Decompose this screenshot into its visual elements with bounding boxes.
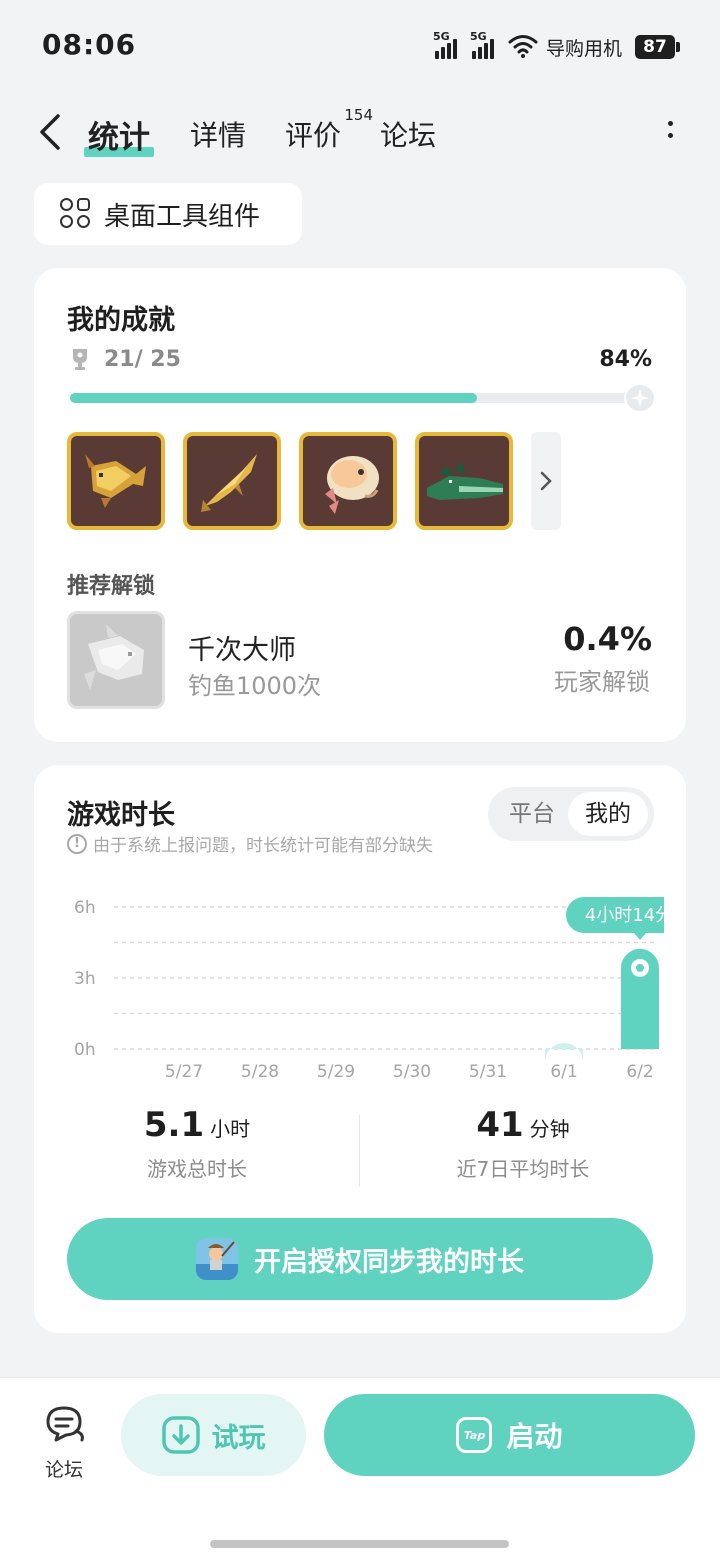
x-tick-label: 5/31 bbox=[469, 1062, 507, 1082]
x-tick-label: 6/2 bbox=[626, 1062, 653, 1082]
bottom-action-bar: 论坛 试玩 Tap 启动 bbox=[0, 1377, 720, 1563]
achievements-title: 我的成就 bbox=[67, 305, 175, 336]
toggle-platform[interactable]: 平台 bbox=[492, 792, 572, 836]
achievement-badges bbox=[67, 432, 561, 530]
y-tick-label: 3h bbox=[74, 969, 96, 989]
tab-details[interactable]: 详情 bbox=[190, 114, 246, 154]
achievement-percent: 84% bbox=[599, 347, 652, 372]
tab-reviews[interactable]: 评价 154 bbox=[285, 106, 373, 154]
forum-tab-button[interactable]: 论坛 bbox=[34, 1404, 94, 1482]
progress-star-icon bbox=[624, 383, 656, 413]
average-playtime-value: 41 bbox=[476, 1105, 524, 1145]
playtime-card: 游戏时长 ! 由于系统上报问题，时长统计可能有部分缺失 平台 我的 0h 3h 6h… bbox=[34, 765, 686, 1333]
playtime-chart: 0h 3h 6h 5/27 5/28 5/29 5/30 5/31 6/1 6/2 4小时14分钟 bbox=[74, 897, 664, 1082]
playtime-source-toggle: 平台 我的 bbox=[488, 787, 654, 841]
desktop-widget-button[interactable]: 桌面工具组件 bbox=[34, 183, 302, 245]
tooltip-label: 4小时14分钟 bbox=[585, 905, 664, 926]
pufferfish-icon[interactable] bbox=[299, 432, 397, 530]
trial-play-button[interactable]: 试玩 bbox=[121, 1394, 306, 1476]
x-tick-label: 5/28 bbox=[241, 1062, 279, 1082]
x-tick-label: 6/1 bbox=[550, 1062, 577, 1082]
taptap-icon: Tap bbox=[456, 1417, 493, 1453]
recommend-unlock-title: 推荐解锁 bbox=[67, 574, 156, 599]
playtime-note: ! 由于系统上报问题，时长统计可能有部分缺失 bbox=[67, 831, 433, 856]
average-playtime-label: 近7日平均时长 bbox=[456, 1157, 590, 1181]
recommend-unlock-percent-label: 玩家解锁 bbox=[554, 668, 650, 696]
more-achievements-button[interactable] bbox=[531, 432, 561, 530]
playtime-title: 游戏时长 bbox=[67, 800, 175, 831]
status-bar: 08:06 5G 5G 导购用机 87 bbox=[0, 0, 720, 92]
chart-bar bbox=[545, 1043, 583, 1063]
achievement-count: 21/ 25 bbox=[70, 347, 181, 372]
achievements-card: 我的成就 21/ 25 84% 推荐解锁 千次大师 钓鱼1000次 0.4% 玩… bbox=[34, 268, 686, 742]
total-playtime-value: 5.1 bbox=[143, 1105, 205, 1145]
recommend-achievement-name: 千次大师 bbox=[188, 635, 296, 666]
top-nav: 统计 详情 评价 154 论坛 bbox=[0, 100, 720, 170]
y-tick-label: 0h bbox=[74, 1040, 96, 1060]
clock: 08:06 bbox=[42, 28, 137, 61]
tooltip-pointer bbox=[634, 933, 646, 940]
y-tick-label: 6h bbox=[74, 898, 96, 918]
x-tick-label: 5/30 bbox=[393, 1062, 431, 1082]
launch-game-button[interactable]: Tap 启动 bbox=[324, 1394, 695, 1476]
more-options-icon[interactable] bbox=[660, 118, 680, 148]
trophy-icon bbox=[73, 348, 87, 370]
cellular-signal-icon-2: 5G bbox=[470, 30, 502, 59]
recommend-achievement-desc: 钓鱼1000次 bbox=[188, 672, 322, 700]
total-playtime: 5.1 小时 游戏总时长 bbox=[34, 1105, 360, 1182]
recommend-unlock-percent: 0.4% bbox=[563, 620, 652, 658]
cellular-signal-icon: 5G bbox=[433, 30, 465, 59]
crocodile-icon[interactable] bbox=[415, 432, 513, 530]
x-tick-label: 5/27 bbox=[165, 1062, 203, 1082]
achievement-progress-fill bbox=[70, 393, 478, 403]
review-count-badge: 154 bbox=[344, 106, 374, 124]
sync-playtime-button[interactable]: 开启授权同步我的时长 bbox=[67, 1218, 653, 1300]
game-app-icon bbox=[196, 1238, 238, 1280]
chevron-right-icon bbox=[540, 471, 552, 491]
carrier-name: 导购用机 bbox=[546, 38, 623, 60]
total-playtime-unit: 小时 bbox=[210, 1117, 251, 1141]
wifi-icon bbox=[508, 35, 538, 58]
home-indicator bbox=[210, 1540, 509, 1548]
widget-grid-icon bbox=[60, 198, 92, 230]
battery-indicator: 87 bbox=[635, 35, 680, 59]
bar-marker-dot bbox=[636, 963, 644, 972]
tab-stats[interactable]: 统计 bbox=[84, 112, 154, 157]
locked-fish-achievement-icon[interactable] bbox=[67, 611, 165, 709]
forum-chat-icon bbox=[46, 1406, 84, 1442]
golden-fish-icon[interactable] bbox=[67, 432, 165, 530]
average-playtime-unit: 分钟 bbox=[529, 1117, 570, 1141]
swordfish-icon[interactable] bbox=[183, 432, 281, 530]
download-icon bbox=[161, 1416, 200, 1454]
back-arrow-icon[interactable] bbox=[36, 112, 66, 152]
tab-forum[interactable]: 论坛 bbox=[380, 114, 436, 154]
toggle-mine[interactable]: 我的 bbox=[568, 792, 648, 836]
info-icon: ! bbox=[67, 833, 87, 854]
x-tick-label: 5/29 bbox=[317, 1062, 355, 1082]
average-playtime: 41 分钟 近7日平均时长 bbox=[360, 1105, 686, 1182]
total-playtime-label: 游戏总时长 bbox=[147, 1157, 247, 1181]
achievement-progress-bar bbox=[70, 383, 656, 413]
